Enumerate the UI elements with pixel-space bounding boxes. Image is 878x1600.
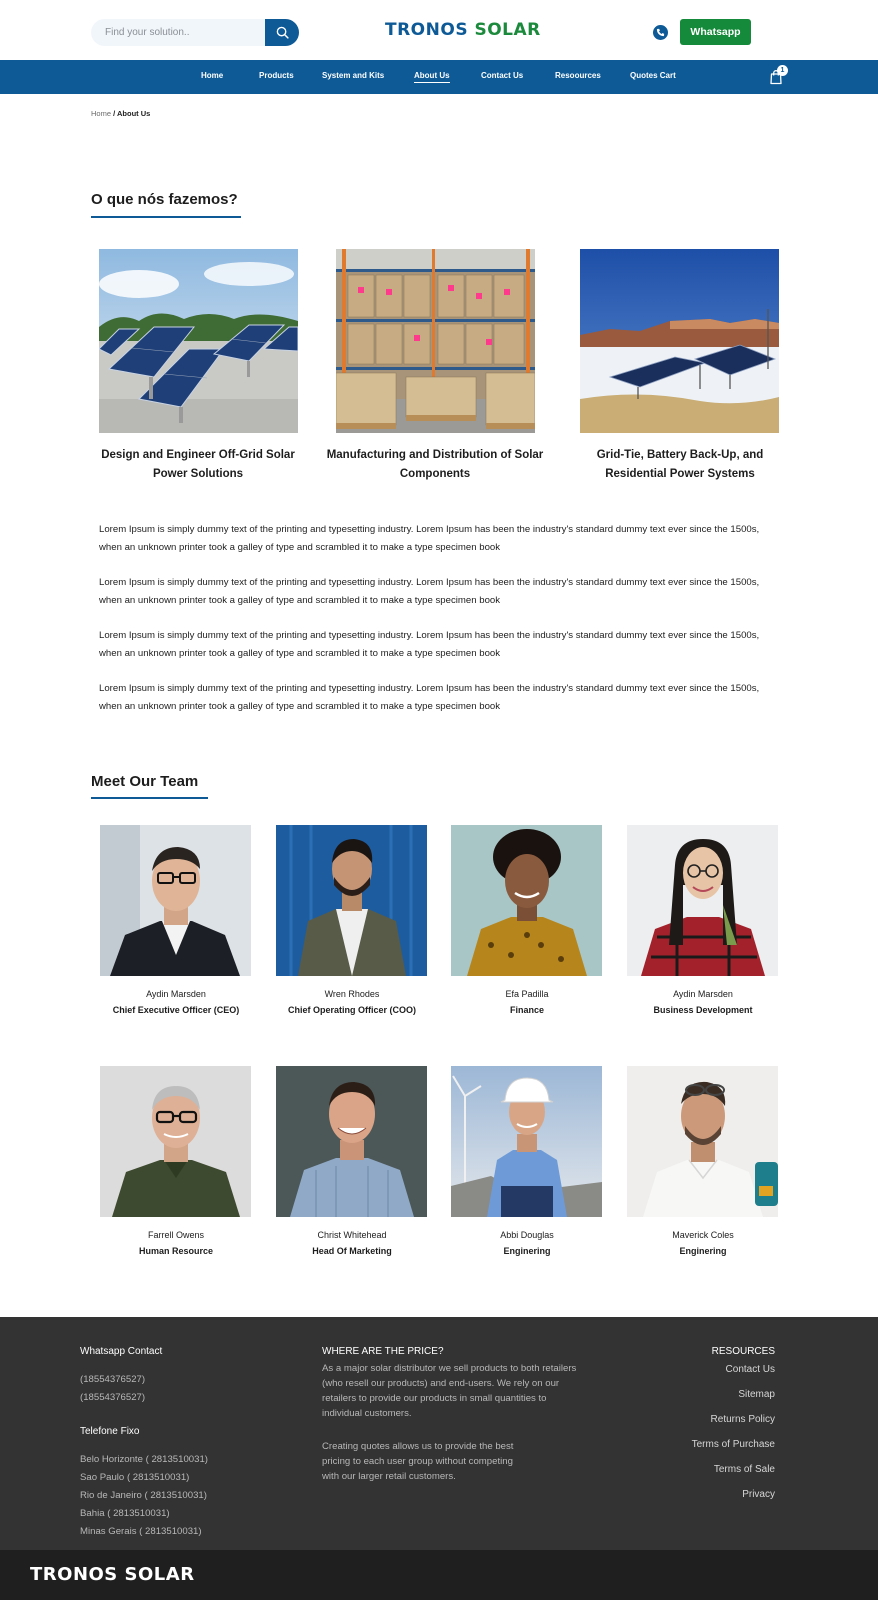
team-photo-coo (276, 825, 427, 976)
footer-landline: Belo Horizonte ( 2813510031) (80, 1454, 209, 1465)
team-member-role: Human Resource (138, 1246, 214, 1256)
search-bar (91, 19, 299, 46)
footer-link-contact-us[interactable]: Contact Us (726, 1364, 775, 1375)
about-paragraph-1: Lorem Ipsum is simply dummy text of the … (99, 524, 760, 553)
breadcrumb-current: / About Us (113, 109, 151, 118)
service-image-offgrid (99, 249, 298, 433)
footer-landline-title: Telefone Fixo (80, 1426, 140, 1437)
team-photo-finance (451, 825, 602, 976)
footer-link-terms-of-purchase[interactable]: Terms of Purchase (692, 1439, 775, 1450)
nav-about-us[interactable]: About Us (414, 71, 450, 83)
footer-resources-title: RESOURCES (711, 1346, 775, 1357)
footer-price-title: WHERE ARE THE PRICE? (322, 1346, 444, 1357)
team-member-name: Efa Padilla (505, 989, 549, 999)
footer-link-returns-policy[interactable]: Returns Policy (711, 1414, 775, 1425)
search-input[interactable] (105, 24, 255, 41)
footer-price-text: As a major solar distributor we sell pro… (322, 1363, 577, 1419)
team-title: Meet Our Team (91, 773, 199, 790)
team-title-underline (91, 797, 208, 799)
cart-count-badge: 1 (777, 65, 788, 76)
team-member-role: Enginering (679, 1246, 727, 1256)
footer-quotes-text: Creating quotes allows us to provide the… (322, 1441, 514, 1482)
footer-landline: Sao Paulo ( 2813510031) (80, 1472, 190, 1483)
team-member-role: Chief Executive Officer (CEO) (112, 1005, 240, 1015)
team-photo-hr (100, 1066, 251, 1217)
about-paragraph-4: Lorem Ipsum is simply dummy text of the … (99, 683, 760, 712)
service-image-gridtie (580, 249, 779, 433)
service-caption-offgrid: Design and Engineer Off-Grid Solar Power… (101, 449, 295, 480)
nav-quotes-cart[interactable]: Quotes Cart (630, 71, 676, 80)
team-member-name: Maverick Coles (672, 1230, 734, 1240)
team-member-role: Enginering (503, 1246, 551, 1256)
footer-landline: Bahia ( 2813510031) (80, 1508, 170, 1519)
team-photo-marketing (276, 1066, 427, 1217)
search-button[interactable] (265, 19, 299, 46)
team-member-name: Christ Whitehead (317, 1230, 387, 1240)
about-paragraph-2: Lorem Ipsum is simply dummy text of the … (99, 577, 760, 606)
footer-link-privacy[interactable]: Privacy (742, 1489, 775, 1500)
team-photo-engineer-2 (627, 1066, 778, 1217)
team-member-role: Chief Operating Officer (COO) (287, 1005, 416, 1015)
footer-whatsapp-number[interactable]: (18554376527) (80, 1390, 145, 1405)
top-header: TRONOS SOLAR Whatsapp (0, 0, 878, 60)
brand-logo[interactable]: TRONOS SOLAR (385, 20, 541, 40)
breadcrumb: Home / About Us (91, 109, 150, 118)
footer-whatsapp-number[interactable]: (18554376527) (80, 1372, 145, 1387)
team-photo-ceo (100, 825, 251, 976)
whatsapp-button[interactable]: Whatsapp (680, 19, 751, 45)
nav-products[interactable]: Products (259, 71, 294, 80)
about-paragraph-3: Lorem Ipsum is simply dummy text of the … (99, 630, 760, 659)
nav-resources[interactable]: Resoources (555, 71, 601, 80)
team-member-name: Wren Rhodes (324, 989, 380, 999)
brand-logo-part2: SOLAR (474, 20, 541, 40)
team-member-name: Farrell Owens (147, 1230, 204, 1240)
service-caption-gridtie: Grid-Tie, Battery Back-Up, and Residenti… (596, 449, 764, 480)
footer-brand-logo[interactable]: TRONOS SOLAR (30, 1564, 195, 1585)
team-member-name: Abbi Douglas (500, 1230, 554, 1240)
footer-landline: Minas Gerais ( 2813510031) (80, 1526, 202, 1537)
phone-icon[interactable] (653, 25, 668, 40)
team-photo-engineer-1 (451, 1066, 602, 1217)
bottom-bar: TRONOS SOLAR (0, 1550, 878, 1600)
footer-link-terms-of-sale[interactable]: Terms of Sale (714, 1464, 775, 1475)
what-we-do-title: O que nós fazemos? (91, 191, 238, 208)
team-member-name: Aydin Marsden (673, 989, 733, 999)
footer-whatsapp-title: Whatsapp Contact (80, 1346, 163, 1357)
footer-link-sitemap[interactable]: Sitemap (738, 1389, 775, 1400)
title-underline (91, 216, 241, 218)
team-member-role: Business Development (653, 1005, 753, 1015)
nav-system-and-kits[interactable]: System and Kits (322, 71, 384, 80)
main-nav: Home Products System and Kits About Us C… (0, 60, 878, 94)
service-image-warehouse (336, 249, 535, 433)
team-member-role: Head Of Marketing (312, 1246, 392, 1256)
team-photo-business-dev (627, 825, 778, 976)
search-icon (276, 26, 289, 39)
team-member-role: Finance (509, 1005, 544, 1015)
nav-home[interactable]: Home (201, 71, 223, 80)
brand-logo-part1: TRONOS (385, 20, 469, 40)
service-caption-manufacturing: Manufacturing and Distribution of Solar … (326, 449, 544, 480)
team-member-name: Aydin Marsden (146, 989, 206, 999)
footer-landline: Rio de Janeiro ( 2813510031) (80, 1490, 207, 1501)
nav-contact-us[interactable]: Contact Us (481, 71, 523, 80)
footer: Whatsapp Contact (18554376527) (18554376… (0, 1317, 878, 1550)
breadcrumb-home[interactable]: Home (91, 109, 111, 118)
